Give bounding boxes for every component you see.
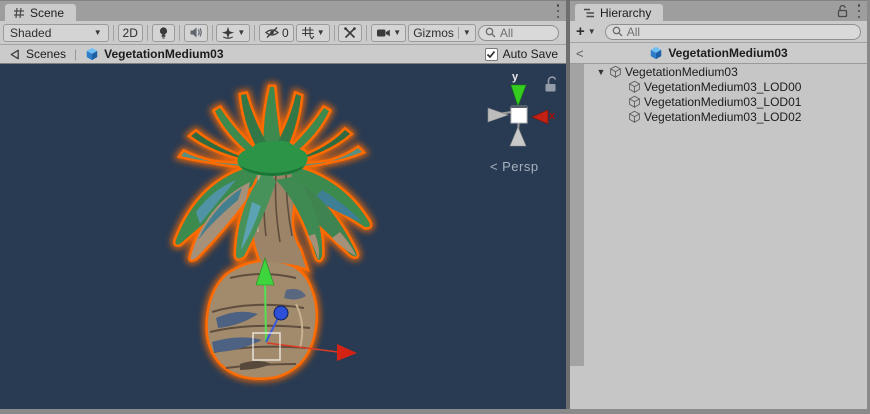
hierarchy-list-icon: [583, 7, 595, 19]
breadcrumb-scenes[interactable]: Scenes: [8, 47, 66, 61]
gameobject-cube-icon: [609, 65, 622, 78]
scene-tab-label: Scene: [30, 6, 64, 20]
gameobject-name: VegetationMedium03: [625, 65, 738, 79]
camera-icon: [376, 27, 391, 39]
scene-lighting-button[interactable]: [152, 24, 175, 42]
selected-model-vegetation: [0, 64, 566, 409]
orientation-gizmo: [488, 85, 548, 146]
lock-icon[interactable]: [837, 5, 848, 18]
search-icon: [485, 27, 496, 38]
chevron-down-icon: ▼: [94, 29, 102, 37]
scene-search-placeholder: All: [500, 26, 513, 40]
breadcrumb-prefab[interactable]: VegetationMedium03: [85, 47, 223, 61]
tree-row[interactable]: VegetationMedium03_LOD01: [584, 94, 867, 109]
shading-mode-dropdown[interactable]: Shaded ▼: [3, 24, 109, 42]
tree-row[interactable]: VegetationMedium03_LOD02: [584, 109, 867, 124]
effects-sparkle-icon: [221, 26, 235, 40]
chevron-down-icon: ▼: [317, 29, 325, 37]
projection-mode-label[interactable]: < Persp: [490, 159, 539, 174]
foldout-arrow-icon[interactable]: ▼: [596, 67, 606, 77]
hierarchy-menu-icon[interactable]: [857, 4, 861, 18]
gameobject-name: VegetationMedium03_LOD00: [644, 80, 801, 94]
hierarchy-search-placeholder: All: [627, 25, 640, 39]
gameobject-cube-icon: [628, 80, 641, 93]
add-object-button[interactable]: + ▼: [576, 23, 596, 40]
hierarchy-tabbar: Hierarchy: [570, 1, 867, 21]
scene-search-input[interactable]: All: [478, 25, 559, 41]
axis-y-label[interactable]: y: [512, 71, 518, 83]
persp-chevron: <: [490, 159, 498, 174]
gameobject-cube-icon: [628, 95, 641, 108]
eye-slash-icon: [264, 26, 280, 39]
scene-audio-button[interactable]: [184, 24, 208, 42]
hierarchy-tree: ▼ VegetationMedium03: [570, 64, 867, 366]
tools-icon: [343, 26, 357, 40]
axis-x-label[interactable]: x: [549, 110, 555, 122]
scene-back-icon: [8, 48, 21, 61]
prefab-mode-header: < VegetationMedium03: [570, 43, 867, 64]
tree-row[interactable]: VegetationMedium03_LOD00: [584, 79, 867, 94]
gameobject-name: VegetationMedium03_LOD01: [644, 95, 801, 109]
lightbulb-icon: [157, 26, 170, 40]
scene-effects-button[interactable]: ▼: [216, 24, 250, 42]
scene-camera-button[interactable]: ▼: [371, 24, 406, 42]
scene-visibility-button[interactable]: 0: [259, 24, 294, 42]
scene-tabbar: Scene: [0, 1, 566, 21]
gameobject-cube-icon: [628, 110, 641, 123]
breadcrumb: Scenes | VegetationMedium03 Auto Save: [0, 45, 566, 64]
scene-menu-icon[interactable]: [556, 4, 560, 18]
hierarchy-search-input[interactable]: All: [605, 24, 861, 40]
unlock-icon: [546, 77, 556, 91]
grid-tab-icon: [13, 7, 25, 19]
prefab-mode-stripe: [570, 64, 584, 366]
prefab-back-button[interactable]: <: [576, 46, 590, 61]
hidden-count: 0: [282, 26, 289, 40]
chevron-down-icon: ▼: [237, 29, 245, 37]
hierarchy-panel: Hierarchy + ▼ All <: [570, 0, 867, 409]
auto-save-toggle[interactable]: Auto Save: [485, 47, 558, 61]
search-icon: [612, 26, 623, 37]
auto-save-label: Auto Save: [503, 47, 558, 61]
toggle-2d-button[interactable]: 2D: [118, 24, 143, 42]
chevron-down-icon: ▼: [393, 29, 401, 37]
tab-scene[interactable]: Scene: [5, 4, 76, 21]
gameobject-name: VegetationMedium03_LOD02: [644, 110, 801, 124]
component-tools-button[interactable]: [338, 24, 362, 42]
prefab-cube-icon: [649, 46, 663, 60]
gizmos-dropdown[interactable]: Gizmos ▼: [408, 24, 476, 42]
scene-grid-button[interactable]: ▼: [296, 24, 330, 42]
scene-panel: Scene Shaded ▼ 2D: [0, 0, 566, 409]
prefab-name: VegetationMedium03: [668, 46, 787, 60]
breadcrumb-current: VegetationMedium03: [104, 47, 223, 61]
tree-row[interactable]: ▼ VegetationMedium03: [584, 64, 867, 79]
hierarchy-tab-label: Hierarchy: [600, 6, 651, 20]
auto-save-checkbox[interactable]: [485, 48, 498, 61]
chevron-down-icon: ▼: [463, 29, 471, 37]
grid-visibility-icon: [301, 26, 315, 40]
hierarchy-toolbar: + ▼ All: [570, 21, 867, 43]
tab-hierarchy[interactable]: Hierarchy: [575, 4, 663, 21]
breadcrumb-separator: |: [72, 47, 79, 61]
prefab-title: VegetationMedium03: [570, 46, 867, 60]
chevron-down-icon: ▼: [588, 28, 596, 36]
prefab-cube-icon: [85, 47, 99, 61]
scene-viewport[interactable]: < Persp y x: [0, 64, 566, 409]
scene-toolbar: Shaded ▼ 2D: [0, 21, 566, 45]
speaker-icon: [189, 26, 203, 39]
